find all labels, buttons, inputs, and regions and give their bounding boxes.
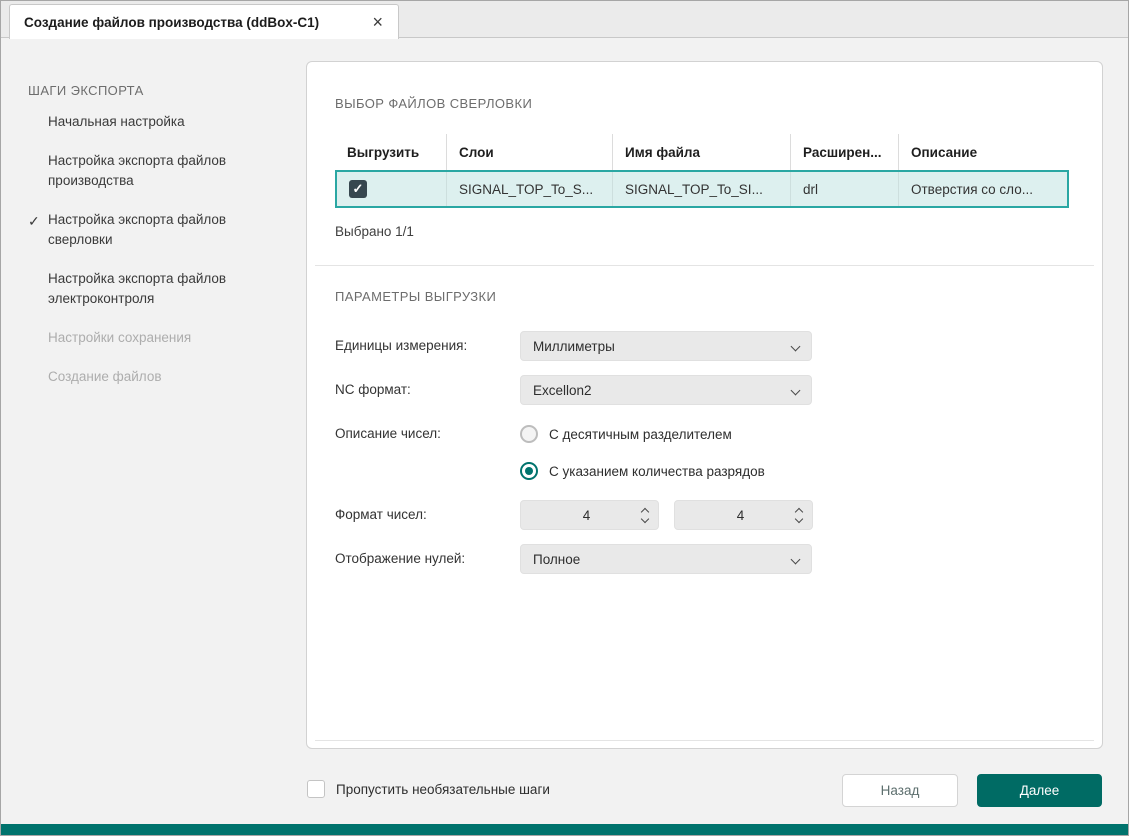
sidebar-item-production-export[interactable]: Настройка экспорта файлов производства <box>1 151 304 191</box>
column-header-export: Выгрузить <box>335 134 446 170</box>
step-label: Настройка экспорта файлов сверловки <box>48 212 226 247</box>
wizard-window: Создание файлов производства (ddBox-C1) … <box>0 0 1129 836</box>
number-format-controls: 4 4 <box>520 500 813 530</box>
stepper-arrows-icon[interactable] <box>796 509 802 522</box>
cell-extension: drl <box>790 172 898 206</box>
nc-format-label: NC формат: <box>335 375 520 405</box>
next-button[interactable]: Далее <box>977 774 1102 807</box>
zeros-value: Полное <box>533 552 792 567</box>
chevron-down-icon <box>792 381 799 399</box>
close-icon[interactable]: × <box>369 13 386 31</box>
units-dropdown[interactable]: Миллиметры <box>520 331 812 361</box>
zeros-label: Отображение нулей: <box>335 544 520 574</box>
radio-digits-label: С указанием количества разрядов <box>549 464 765 479</box>
chevron-down-icon <box>792 550 799 568</box>
main-panel: ВЫБОР ФАЙЛОВ СВЕРЛОВКИ Выгрузить Слои Им… <box>306 61 1103 749</box>
units-row: Единицы измерения: Миллиметры <box>335 331 1074 361</box>
zeros-dropdown[interactable]: Полное <box>520 544 812 574</box>
sidebar-item-drill-export[interactable]: ✓ Настройка экспорта файлов сверловки <box>1 210 304 250</box>
table-header-row: Выгрузить Слои Имя файла Расширен... Опи… <box>335 134 1069 170</box>
sidebar-item-etest-export[interactable]: Настройка экспорта файлов электроконтрол… <box>1 269 304 309</box>
sidebar: ШАГИ ЭКСПОРТА Начальная настройка Настро… <box>1 39 304 387</box>
column-header-filename: Имя файла <box>612 134 790 170</box>
check-icon: ✓ <box>28 211 40 231</box>
sidebar-item-initial-setup[interactable]: Начальная настройка <box>1 112 304 132</box>
export-params-form: Единицы измерения: Миллиметры NC формат:… <box>335 331 1074 574</box>
cell-export: ✓ <box>337 172 446 206</box>
nc-format-value: Excellon2 <box>533 383 792 398</box>
column-header-layers: Слои <box>446 134 612 170</box>
nc-format-dropdown[interactable]: Excellon2 <box>520 375 812 405</box>
drill-files-heading: ВЫБОР ФАЙЛОВ СВЕРЛОВКИ <box>335 96 1074 112</box>
radio-decimal-separator[interactable]: С десятичным разделителем <box>520 419 765 449</box>
number-description-row: Описание чисел: С десятичным разделителе… <box>335 419 1074 486</box>
units-label: Единицы измерения: <box>335 331 520 361</box>
radio-selected-icon <box>520 462 538 480</box>
sidebar-heading: ШАГИ ЭКСПОРТА <box>28 83 304 98</box>
nc-format-row: NC формат: Excellon2 <box>335 375 1074 405</box>
radio-unselected-icon <box>520 425 538 443</box>
cell-filename: SIGNAL_TOP_To_SI... <box>612 172 790 206</box>
number-description-radio-group: С десятичным разделителем С указанием ко… <box>520 419 765 486</box>
number-description-label: Описание чисел: <box>335 419 520 449</box>
checkbox-unchecked-icon[interactable] <box>307 780 325 798</box>
tab-title: Создание файлов производства (ddBox-C1) <box>24 15 369 30</box>
selected-count: Выбрано 1/1 <box>335 224 1074 239</box>
sidebar-item-save-settings: Настройки сохранения <box>1 328 304 348</box>
tab-bar: Создание файлов производства (ddBox-C1) … <box>1 1 1128 38</box>
column-header-description: Описание <box>898 134 1069 170</box>
skip-steps-checkbox[interactable]: Пропустить необязательные шаги <box>307 780 550 798</box>
cell-layers: SIGNAL_TOP_To_S... <box>446 172 612 206</box>
back-button[interactable]: Назад <box>842 774 958 807</box>
tab-production-files[interactable]: Создание файлов производства (ddBox-C1) … <box>9 4 399 39</box>
integer-digits-value: 4 <box>531 508 642 523</box>
step-label: Настройка экспорта файлов производства <box>48 153 226 188</box>
params-heading: ПАРАМЕТРЫ ВЫГРУЗКИ <box>335 289 1074 305</box>
step-label: Начальная настройка <box>48 114 185 129</box>
bottom-accent-strip <box>1 824 1128 835</box>
check-icon: ✓ <box>353 181 364 197</box>
stepper-arrows-icon[interactable] <box>642 509 648 522</box>
skip-steps-label: Пропустить необязательные шаги <box>336 782 550 797</box>
radio-decimal-label: С десятичным разделителем <box>549 427 732 442</box>
card-bottom-divider <box>315 740 1094 741</box>
row-checkbox[interactable]: ✓ <box>349 180 367 198</box>
step-label: Настройка экспорта файлов электроконтрол… <box>48 271 226 306</box>
fraction-digits-value: 4 <box>685 508 796 523</box>
step-label: Создание файлов <box>48 369 162 384</box>
chevron-down-icon <box>792 337 799 355</box>
zeros-row: Отображение нулей: Полное <box>335 544 1074 574</box>
section-divider <box>315 265 1094 266</box>
integer-digits-stepper[interactable]: 4 <box>520 500 659 530</box>
number-format-label: Формат чисел: <box>335 500 520 530</box>
number-format-row: Формат чисел: 4 4 <box>335 500 1074 530</box>
table-row[interactable]: ✓ SIGNAL_TOP_To_S... SIGNAL_TOP_To_SI...… <box>335 170 1069 208</box>
column-header-extension: Расширен... <box>790 134 898 170</box>
export-steps-list: Начальная настройка Настройка экспорта ф… <box>1 112 304 387</box>
units-value: Миллиметры <box>533 339 792 354</box>
fraction-digits-stepper[interactable]: 4 <box>674 500 813 530</box>
step-label: Настройки сохранения <box>48 330 191 345</box>
drill-files-table: Выгрузить Слои Имя файла Расширен... Опи… <box>335 134 1069 208</box>
radio-digit-count[interactable]: С указанием количества разрядов <box>520 456 765 486</box>
cell-description: Отверстия со сло... <box>898 172 1065 206</box>
sidebar-item-file-creation: Создание файлов <box>1 367 304 387</box>
